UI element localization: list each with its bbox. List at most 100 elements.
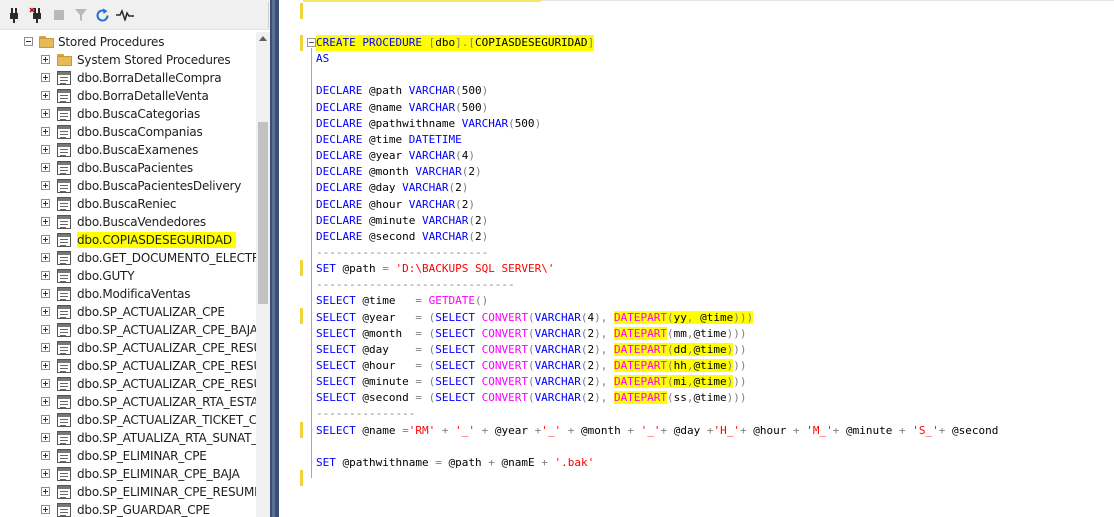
code-token: '_' <box>541 424 562 437</box>
code-token: @name <box>368 101 409 114</box>
expand-toggle-icon[interactable] <box>41 451 50 460</box>
expand-toggle-icon[interactable] <box>41 271 50 280</box>
expand-toggle-icon[interactable] <box>41 127 50 136</box>
code-line[interactable]: ------------------------------ <box>316 277 515 293</box>
tree-node-stored-procedures[interactable]: Stored Procedures <box>0 33 256 51</box>
expand-toggle-icon[interactable] <box>41 469 50 478</box>
expand-toggle-icon[interactable] <box>41 73 50 82</box>
code-line[interactable]: SELECT @month = (SELECT CONVERT(VARCHAR(… <box>316 326 747 342</box>
expand-toggle-icon[interactable] <box>41 217 50 226</box>
code-token: ))) <box>733 311 754 324</box>
code-token: + <box>898 424 913 437</box>
code-line[interactable]: SELECT @time = GETDATE() <box>316 293 488 309</box>
tree-node-procedure[interactable]: dbo.BuscaReniec <box>0 195 256 213</box>
code-token: @namE <box>501 456 542 469</box>
tree-node-procedure[interactable]: dbo.BorraDetalleVenta <box>0 87 256 105</box>
code-line[interactable]: DECLARE @year VARCHAR(4) <box>316 148 475 164</box>
expand-toggle-icon[interactable] <box>41 397 50 406</box>
expand-toggle-icon[interactable] <box>41 415 50 424</box>
code-line[interactable]: DECLARE @second VARCHAR(2) <box>316 229 488 245</box>
code-line[interactable]: SELECT @second = (SELECT CONVERT(VARCHAR… <box>316 390 747 406</box>
tree-node-procedure[interactable]: dbo.BuscaPacientesDelivery <box>0 177 256 195</box>
tree-node-procedure[interactable]: dbo.BuscaExamenes <box>0 141 256 159</box>
expand-toggle-icon[interactable] <box>41 163 50 172</box>
tree-node-procedure[interactable]: dbo.SP_ACTUALIZAR_CPE_RESUM <box>0 357 272 375</box>
tree-node-procedure[interactable]: dbo.SP_ELIMINAR_CPE <box>0 447 256 465</box>
code-line[interactable]: SELECT @minute = (SELECT CONVERT(VARCHAR… <box>316 374 747 390</box>
code-collapse-icon[interactable] <box>307 38 316 47</box>
tree-node-procedure[interactable]: dbo.SP_ATUALIZA_RTA_SUNAT_C <box>0 429 266 447</box>
tree-node-procedure[interactable]: dbo.SP_ACTUALIZAR_RTA_ESTAD <box>0 393 268 411</box>
tree-node-procedure[interactable]: dbo.BuscaCompanias <box>0 123 256 141</box>
code-line[interactable]: SELECT @year = (SELECT CONVERT(VARCHAR(4… <box>316 310 754 326</box>
expand-toggle-icon[interactable] <box>41 379 50 388</box>
code-token: DECLARE <box>316 181 369 194</box>
code-line[interactable]: DECLARE @path VARCHAR(500) <box>316 83 488 99</box>
code-line[interactable]: SET @pathwithname = @path + @namE + '.ba… <box>316 455 594 471</box>
tree-node-procedure[interactable]: dbo.SP_ACTUALIZAR_CPE_RESUM <box>0 339 272 357</box>
expand-toggle-icon[interactable] <box>41 235 50 244</box>
expand-toggle-icon[interactable] <box>41 199 50 208</box>
tree-node-procedure[interactable]: dbo.SP_ELIMINAR_CPE_RESUMEN <box>0 483 270 501</box>
expand-toggle-icon[interactable] <box>41 325 50 334</box>
tree-node-procedure[interactable]: dbo.SP_ACTUALIZAR_CPE_RESUM <box>0 375 272 393</box>
expand-toggle-icon[interactable] <box>41 55 50 64</box>
code-line[interactable]: DECLARE @time DATETIME <box>316 132 462 148</box>
tree-node-procedure[interactable]: dbo.BorraDetalleCompra <box>0 69 256 87</box>
panel-splitter[interactable] <box>270 0 279 517</box>
tree-node-procedure[interactable]: dbo.BuscaPacientes <box>0 159 256 177</box>
code-line[interactable]: --------------- <box>316 406 415 422</box>
expand-toggle-icon[interactable] <box>41 253 50 262</box>
tree-node-procedure[interactable]: dbo.COPIASDESEGURIDAD <box>0 231 256 249</box>
expand-toggle-icon[interactable] <box>41 181 50 190</box>
collapse-toggle-icon[interactable] <box>24 37 33 46</box>
tree-node-procedure[interactable]: dbo.SP_GUARDAR_CPE <box>0 501 256 517</box>
code-line[interactable]: SELECT @name ='RM' + '_' + @year +'_' + … <box>316 423 998 439</box>
expand-toggle-icon[interactable] <box>41 145 50 154</box>
stored-procedure-icon <box>57 215 71 229</box>
expand-toggle-icon[interactable] <box>41 487 50 496</box>
code-line[interactable]: DECLARE @month VARCHAR(2) <box>316 164 482 180</box>
refresh-icon[interactable] <box>94 7 110 23</box>
code-line[interactable]: DECLARE @hour VARCHAR(2) <box>316 197 475 213</box>
tree-node-procedure[interactable]: dbo.BuscaCategorias <box>0 105 256 123</box>
query-editor[interactable]: CREATE PROCEDURE [dbo].[COPIASDESEGURIDA… <box>279 0 1114 517</box>
code-token: @time <box>362 294 416 307</box>
expand-toggle-icon[interactable] <box>41 289 50 298</box>
activity-monitor-icon[interactable] <box>116 7 134 23</box>
code-line[interactable]: SELECT @hour = (SELECT CONVERT(VARCHAR(2… <box>316 358 747 374</box>
toolbar-separator <box>268 2 269 28</box>
vertical-scrollbar[interactable] <box>256 32 270 517</box>
code-line[interactable]: DECLARE @minute VARCHAR(2) <box>316 213 488 229</box>
expand-toggle-icon[interactable] <box>41 109 50 118</box>
tree-node-procedure[interactable]: dbo.BuscaVendedores <box>0 213 256 231</box>
tree-node-procedure[interactable]: dbo.ModificaVentas <box>0 285 256 303</box>
tree-node-procedure[interactable]: dbo.SP_ACTUALIZAR_CPE_BAJA <box>0 321 258 339</box>
tree-node-folder[interactable]: System Stored Procedures <box>0 51 256 69</box>
code-line[interactable]: -------------------------- <box>316 245 488 261</box>
stored-procedure-icon <box>57 179 71 193</box>
code-line[interactable]: AS <box>316 51 329 67</box>
connect-icon[interactable] <box>6 7 22 23</box>
tree-node-procedure[interactable]: dbo.SP_ACTUALIZAR_TICKET_CPE <box>0 411 272 429</box>
tree-node-procedure[interactable]: dbo.GUTY <box>0 267 256 285</box>
tree-node-procedure[interactable]: dbo.SP_ACTUALIZAR_CPE <box>0 303 256 321</box>
code-line[interactable]: DECLARE @day VARCHAR(2) <box>316 180 468 196</box>
code-line[interactable]: CREATE PROCEDURE [dbo].[COPIASDESEGURIDA… <box>316 35 595 51</box>
code-line[interactable]: DECLARE @pathwithname VARCHAR(500) <box>316 116 541 132</box>
expand-toggle-icon[interactable] <box>41 433 50 442</box>
scroll-thumb[interactable] <box>258 122 268 304</box>
expand-toggle-icon[interactable] <box>41 343 50 352</box>
scroll-up-arrow-icon[interactable] <box>259 36 267 41</box>
expand-toggle-icon[interactable] <box>41 361 50 370</box>
expand-toggle-icon[interactable] <box>41 91 50 100</box>
code-line[interactable]: DECLARE @name VARCHAR(500) <box>316 100 488 116</box>
disconnect-icon[interactable] <box>29 7 45 23</box>
tree-node-procedure[interactable]: dbo.SP_ELIMINAR_CPE_BAJA <box>0 465 256 483</box>
code-line[interactable]: SELECT @day = (SELECT CONVERT(VARCHAR(2)… <box>316 342 747 358</box>
expand-toggle-icon[interactable] <box>41 505 50 514</box>
tree-node-label: dbo.SP_ACTUALIZAR_CPE_BAJA <box>77 323 258 337</box>
expand-toggle-icon[interactable] <box>41 307 50 316</box>
tree-node-procedure[interactable]: dbo.GET_DOCUMENTO_ELECTRO <box>0 249 269 267</box>
code-line[interactable]: SET @path = 'D:\BACKUPS SQL SERVER\' <box>316 261 554 277</box>
